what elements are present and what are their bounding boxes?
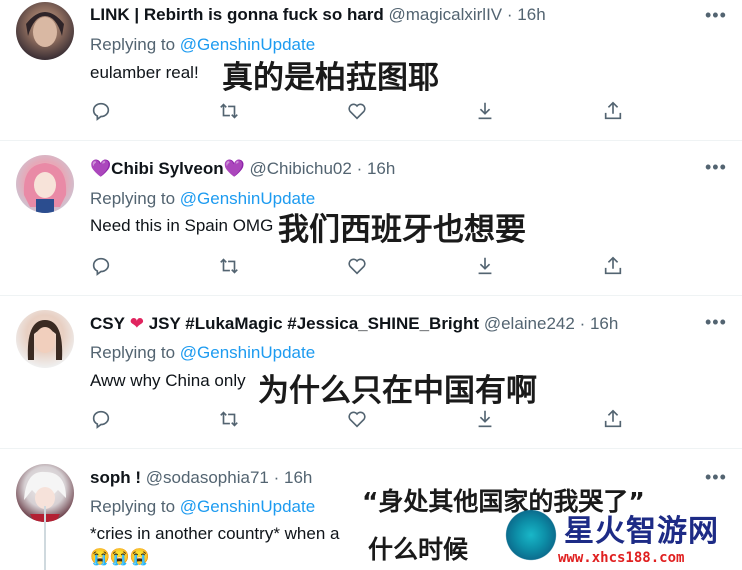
purple-heart-emoji: 💜 <box>223 159 245 178</box>
replying-to: Replying to @GenshinUpdate <box>90 343 315 363</box>
avatar-image <box>27 320 63 360</box>
retweet-icon[interactable] <box>218 255 242 279</box>
replying-to: Replying to @GenshinUpdate <box>90 497 315 517</box>
tweet-header: CSY ❤ JSY #LukaMagic #Jessica_SHINE_Brig… <box>90 314 618 334</box>
tweet-actions <box>90 255 630 279</box>
like-icon[interactable] <box>346 408 370 432</box>
download-icon[interactable] <box>474 408 498 432</box>
tweet-actions <box>90 408 630 432</box>
replying-to-mention[interactable]: @GenshinUpdate <box>180 497 315 516</box>
caption-overlay: 我们西班牙也想要 <box>278 212 526 248</box>
like-icon[interactable] <box>346 255 370 279</box>
tweet[interactable]: 💜Chibi Sylveon💜 @Chibichu02 · 16h ••• Re… <box>0 140 742 296</box>
caption-overlay: 真的是柏菈图耶 <box>222 60 439 96</box>
tweet-text: eulamber real! <box>90 63 199 82</box>
share-icon[interactable] <box>602 255 626 279</box>
separator-dot: · <box>506 5 513 24</box>
more-options-icon[interactable]: ••• <box>705 157 727 178</box>
display-name[interactable]: LINK | Rebirth is gonna fuck so hard <box>90 5 384 24</box>
user-handle[interactable]: @magicalxirlIV <box>389 5 503 24</box>
timestamp[interactable]: 16h <box>517 5 545 24</box>
watermark-logo-icon <box>502 506 560 564</box>
display-name[interactable]: soph ! <box>90 468 141 487</box>
tweet[interactable]: CSY ❤ JSY #LukaMagic #Jessica_SHINE_Brig… <box>0 295 742 449</box>
reply-icon[interactable] <box>90 255 114 279</box>
tweet-text: *cries in another country* when a <box>90 524 340 543</box>
user-handle[interactable]: @Chibichu02 <box>250 159 352 178</box>
caption-overlay: 为什么只在中国有啊 <box>258 373 537 409</box>
separator-dot: · <box>579 314 586 333</box>
tweet-header: 💜Chibi Sylveon💜 @Chibichu02 · 16h <box>90 159 395 179</box>
watermark: 星火智游网 www.xhcs188.com <box>492 500 742 570</box>
replying-to-label: Replying to <box>90 343 176 362</box>
more-options-icon[interactable]: ••• <box>705 5 727 26</box>
caption-overlay: 什么时候 <box>368 535 469 564</box>
avatar[interactable] <box>16 310 74 368</box>
replying-to-label: Replying to <box>90 189 176 208</box>
more-options-icon[interactable]: ••• <box>705 312 727 333</box>
avatar[interactable] <box>16 2 74 60</box>
share-icon[interactable] <box>602 408 626 432</box>
tweet-header: soph ! @sodasophia71 · 16h <box>90 468 312 488</box>
user-handle[interactable]: @elaine242 <box>484 314 575 333</box>
tweet-text: Aww why China only <box>90 371 246 390</box>
purple-heart-emoji: 💜 <box>90 159 112 178</box>
avatar[interactable] <box>16 155 74 213</box>
tweet[interactable]: LINK | Rebirth is gonna fuck so hard @ma… <box>0 0 742 141</box>
display-name[interactable]: Chibi Sylveon <box>111 159 223 178</box>
crying-emojis: 😭😭😭 <box>90 549 150 566</box>
tweet-header: LINK | Rebirth is gonna fuck so hard @ma… <box>90 5 546 25</box>
avatar-image <box>23 163 67 213</box>
display-name[interactable]: CSY <box>90 314 125 333</box>
reply-icon[interactable] <box>90 100 114 124</box>
tweet-text: Need this in Spain OMG <box>90 216 274 235</box>
retweet-icon[interactable] <box>218 100 242 124</box>
share-icon[interactable] <box>602 100 626 124</box>
retweet-icon[interactable] <box>218 408 242 432</box>
replying-to-mention[interactable]: @GenshinUpdate <box>180 343 315 362</box>
user-handle[interactable]: @sodasophia71 <box>146 468 269 487</box>
separator-dot: · <box>273 468 280 487</box>
more-options-icon[interactable]: ••• <box>705 467 727 488</box>
watermark-title: 星火智游网 <box>564 514 719 549</box>
thread-line <box>44 506 46 570</box>
timestamp[interactable]: 16h <box>284 468 312 487</box>
download-icon[interactable] <box>474 255 498 279</box>
like-icon[interactable] <box>346 100 370 124</box>
replying-to-label: Replying to <box>90 35 176 54</box>
avatar-image <box>26 12 64 47</box>
watermark-url: www.xhcs188.com <box>558 550 685 566</box>
display-name-continued[interactable]: JSY #LukaMagic #Jessica_SHINE_Bright <box>149 314 479 333</box>
timestamp[interactable]: 16h <box>590 314 618 333</box>
separator-dot: · <box>356 159 363 178</box>
timestamp[interactable]: 16h <box>367 159 395 178</box>
tweet-actions <box>90 100 630 124</box>
replying-to-label: Replying to <box>90 497 176 516</box>
download-icon[interactable] <box>474 100 498 124</box>
reply-icon[interactable] <box>90 408 114 432</box>
red-heart-emoji: ❤ <box>129 314 144 333</box>
